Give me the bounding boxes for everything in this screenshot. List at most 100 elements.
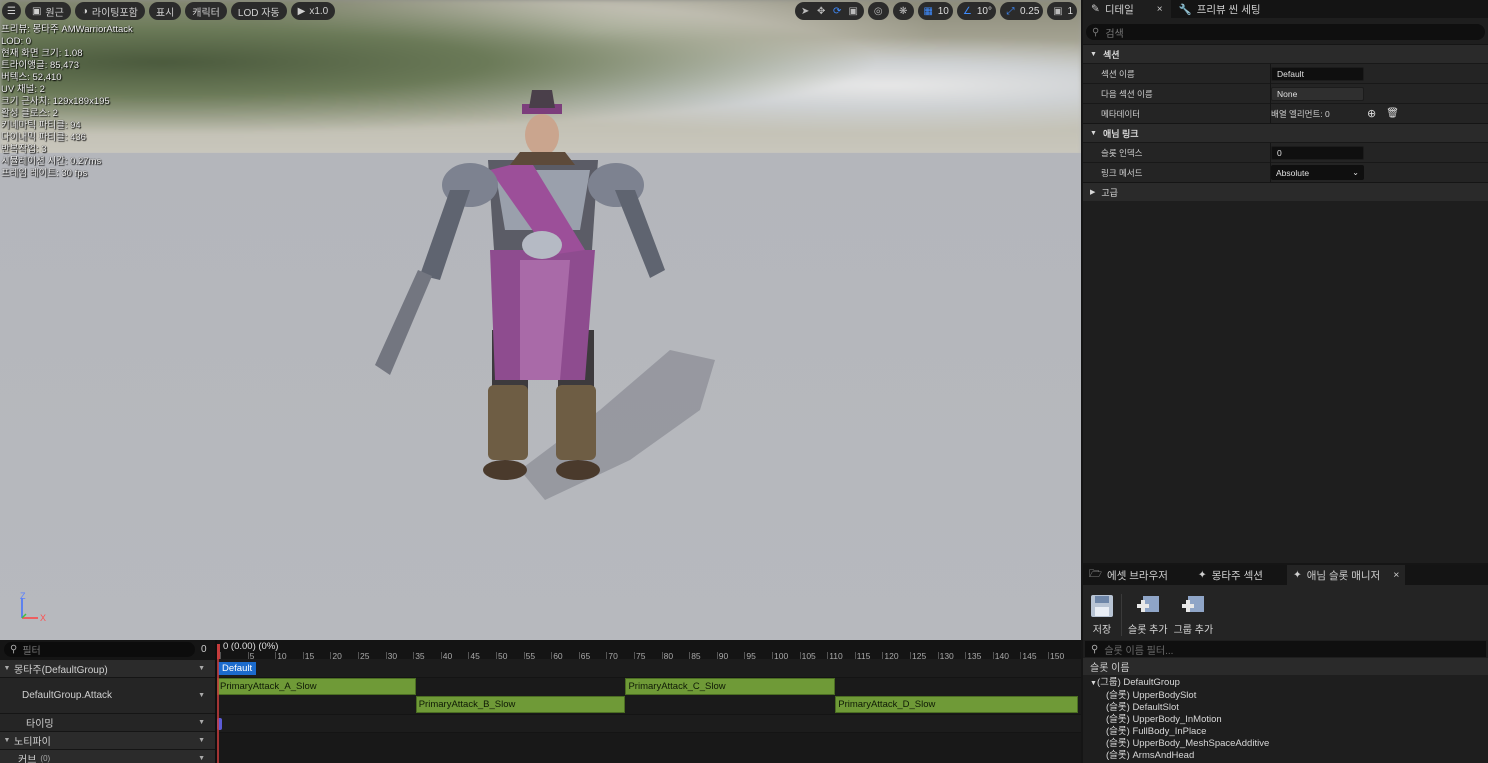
tab-montage-sections[interactable]: ✦ 몽타주 섹션 bbox=[1192, 565, 1269, 585]
tab-anim-slot-manager[interactable]: ✦ 애님 슬롯 매니저 × bbox=[1286, 565, 1406, 585]
montage-segment[interactable]: PrimaryAttack_C_Slow bbox=[625, 678, 836, 695]
lod-button[interactable]: LOD 자동 bbox=[230, 2, 287, 20]
tab-details[interactable]: ✎ 디테일 × bbox=[1083, 0, 1171, 18]
slot-item[interactable]: (슬롯) UpperBodySlot bbox=[1090, 690, 1488, 702]
notify-lane bbox=[217, 732, 1081, 763]
montage-track-list: ⚲ 필터 0 ▼ 몽타주(DefaultGroup) ▼ DefaultGrou… bbox=[0, 640, 215, 763]
link-method-value: Absolute bbox=[1276, 167, 1310, 178]
perspective-button[interactable]: ▣ 원근 bbox=[24, 2, 71, 20]
select-icon[interactable]: ➤ bbox=[799, 5, 812, 18]
montage-segment[interactable]: PrimaryAttack_D_Slow bbox=[835, 696, 1079, 713]
stat-line: 트라이앵글: 85,473 bbox=[1, 60, 80, 71]
chevron-down-icon[interactable]: ▼ bbox=[198, 737, 205, 744]
tick-mark bbox=[827, 652, 829, 659]
search-icon: ⚲ bbox=[1091, 643, 1099, 655]
camera-speed[interactable]: ▣ 1 bbox=[1047, 2, 1077, 20]
transform-tools: ➤ ✥ ⟳ ▣ bbox=[794, 2, 864, 20]
slot-item[interactable]: (슬롯) UpperBody_MeshSpaceAdditive bbox=[1090, 738, 1488, 750]
viewport-stats: 프리뷰: 몽타주 AMWarriorAttack LOD: 0 현재 화면 크기: … bbox=[1, 24, 133, 180]
close-icon[interactable]: × bbox=[1393, 569, 1399, 581]
tick-mark bbox=[965, 652, 967, 659]
angle-snap[interactable]: ∠ 10° bbox=[956, 2, 996, 20]
wrench-icon: 🔧 bbox=[1178, 3, 1192, 16]
character-button[interactable]: 캐릭터 bbox=[185, 2, 227, 20]
timing-lane bbox=[217, 714, 1081, 732]
tick-mark bbox=[302, 652, 304, 659]
slot-item[interactable]: (슬롯) FullBody_InPlace bbox=[1090, 726, 1488, 738]
group-item[interactable]: ▼(그룹) DefaultGroup bbox=[1090, 677, 1488, 690]
track-curves[interactable]: 커브 (0) ▼ bbox=[0, 749, 215, 763]
chevron-down-icon[interactable]: ▼ bbox=[198, 719, 205, 726]
viewport-menu-button[interactable]: ☰ bbox=[2, 2, 21, 20]
montage-segment[interactable]: PrimaryAttack_B_Slow bbox=[415, 696, 626, 713]
angle-snap-value: 10° bbox=[976, 5, 992, 17]
category-anim-link[interactable]: ▼ 애님 링크 bbox=[1083, 123, 1488, 142]
slot-index-label: 슬롯 인덱스 bbox=[1101, 147, 1143, 158]
chevron-down-icon[interactable]: ▼ bbox=[198, 755, 205, 762]
tick-mark bbox=[634, 652, 635, 659]
track-slot[interactable]: DefaultGroup.Attack ▼ bbox=[0, 677, 215, 713]
tick-mark bbox=[330, 652, 332, 659]
category-advanced[interactable]: ▶ 고급 bbox=[1083, 182, 1488, 201]
chevron-down-icon[interactable]: ▼ bbox=[198, 692, 205, 699]
save-label: 저장 bbox=[1092, 625, 1112, 636]
move-icon[interactable]: ✥ bbox=[815, 5, 828, 18]
tick-mark bbox=[496, 652, 497, 659]
montage-filter-input[interactable]: ⚲ 필터 bbox=[4, 642, 195, 657]
section-name-field[interactable]: Default bbox=[1271, 66, 1364, 81]
playback-speed-button[interactable]: ▶ x1.0 bbox=[290, 2, 336, 20]
rotate-icon[interactable]: ⟳ bbox=[831, 5, 844, 18]
category-section[interactable]: ▼ 섹션 bbox=[1083, 44, 1488, 63]
close-icon[interactable]: × bbox=[1157, 4, 1163, 15]
montage-timeline[interactable]: 0 (0.00) (0%) 5 10 15 20 25 30 35 40 45 50 55 60 65 7… bbox=[217, 640, 1081, 763]
surface-snap-toggle[interactable]: ❋ bbox=[892, 2, 914, 20]
track-montage-group[interactable]: ▼ 몽타주(DefaultGroup) ▼ bbox=[0, 659, 215, 677]
slot-item[interactable]: (슬롯) ArmsAndHead bbox=[1090, 750, 1488, 762]
montage-editor: ⚲ 필터 0 ▼ 몽타주(DefaultGroup) ▼ DefaultGrou… bbox=[0, 640, 1081, 763]
next-section-field[interactable]: None bbox=[1271, 86, 1364, 101]
coordinate-space-toggle[interactable]: ◎ bbox=[867, 2, 889, 20]
tick-mark bbox=[606, 652, 608, 659]
slot-item[interactable]: (슬롯) UpperBody_InMotion bbox=[1090, 714, 1488, 726]
details-search-input[interactable]: ⚲ 검색 bbox=[1086, 24, 1485, 40]
add-slot-icon bbox=[1136, 596, 1159, 612]
scale-snap[interactable]: ⤢ 0.25 bbox=[999, 2, 1044, 20]
preview-viewport[interactable]: ☰ ▣ 원근 ◑ 라이팅포함 표시 캐릭터 LOD 자동 ▶ x1.0 ➤ ✥ … bbox=[0, 0, 1081, 640]
montage-group-label: 몽타주(DefaultGroup) bbox=[14, 665, 108, 676]
stat-line: 프레임 레이트: 30 fps bbox=[1, 168, 88, 179]
tick-mark bbox=[910, 652, 911, 659]
camera-icon: ▣ bbox=[1053, 5, 1063, 17]
stat-line: 활성 클로스: 2 bbox=[1, 108, 58, 119]
tab-preview-scene-settings[interactable]: 🔧 프리뷰 씬 세팅 bbox=[1171, 0, 1269, 18]
add-element-icon[interactable]: ⊕ bbox=[1367, 107, 1376, 120]
timeline-ruler[interactable]: 0 (0.00) (0%) 5 10 15 20 25 30 35 40 45 50 55 60 65 7… bbox=[217, 640, 1081, 661]
link-method-dropdown[interactable]: Absolute ⌄ bbox=[1271, 165, 1364, 180]
track-timing[interactable]: 타이밍 ▼ bbox=[0, 713, 215, 731]
tick-mark bbox=[661, 652, 663, 659]
save-button[interactable]: 저장 bbox=[1089, 594, 1115, 636]
stat-line: 반복작업: 3 bbox=[1, 144, 47, 155]
slot-item[interactable]: (슬롯) DefaultSlot bbox=[1090, 702, 1488, 714]
chevron-down-icon: ▼ bbox=[1090, 680, 1097, 687]
scale-icon[interactable]: ▣ bbox=[847, 5, 860, 18]
category-advanced-label: 고급 bbox=[1101, 187, 1118, 198]
add-slot-button[interactable]: 슬롯 추가 bbox=[1128, 594, 1168, 636]
lod-label: LOD 자동 bbox=[237, 7, 280, 19]
tab-asset-browser[interactable]: 🗁 에셋 브라우저 bbox=[1083, 565, 1174, 585]
play-icon: ▶ bbox=[297, 5, 306, 17]
add-group-button[interactable]: 그룹 추가 bbox=[1174, 594, 1213, 636]
tick-mark bbox=[772, 652, 773, 659]
folder-icon: 🗁 bbox=[1089, 568, 1103, 580]
montage-segment[interactable]: PrimaryAttack_A_Slow bbox=[217, 678, 416, 695]
trash-icon[interactable]: 🗑 bbox=[1386, 108, 1399, 119]
chevron-down-icon[interactable]: ▼ bbox=[198, 665, 205, 672]
lighting-label: 라이팅포함 bbox=[91, 7, 138, 19]
track-notifies[interactable]: ▼ 노티파이 ▼ bbox=[0, 731, 215, 749]
slot-name-filter-input[interactable]: ⚲ 슬롯 이름 필터... bbox=[1085, 641, 1486, 657]
grid-snap[interactable]: ▦ 10 bbox=[917, 2, 953, 20]
lighting-button[interactable]: ◑ 라이팅포함 bbox=[74, 2, 145, 20]
show-button[interactable]: 표시 bbox=[148, 2, 182, 20]
slot-index-field[interactable]: 0 bbox=[1271, 145, 1364, 160]
section-marker[interactable]: Default bbox=[218, 662, 257, 675]
row-link-method: 링크 메서드 Absolute ⌄ bbox=[1083, 162, 1488, 183]
